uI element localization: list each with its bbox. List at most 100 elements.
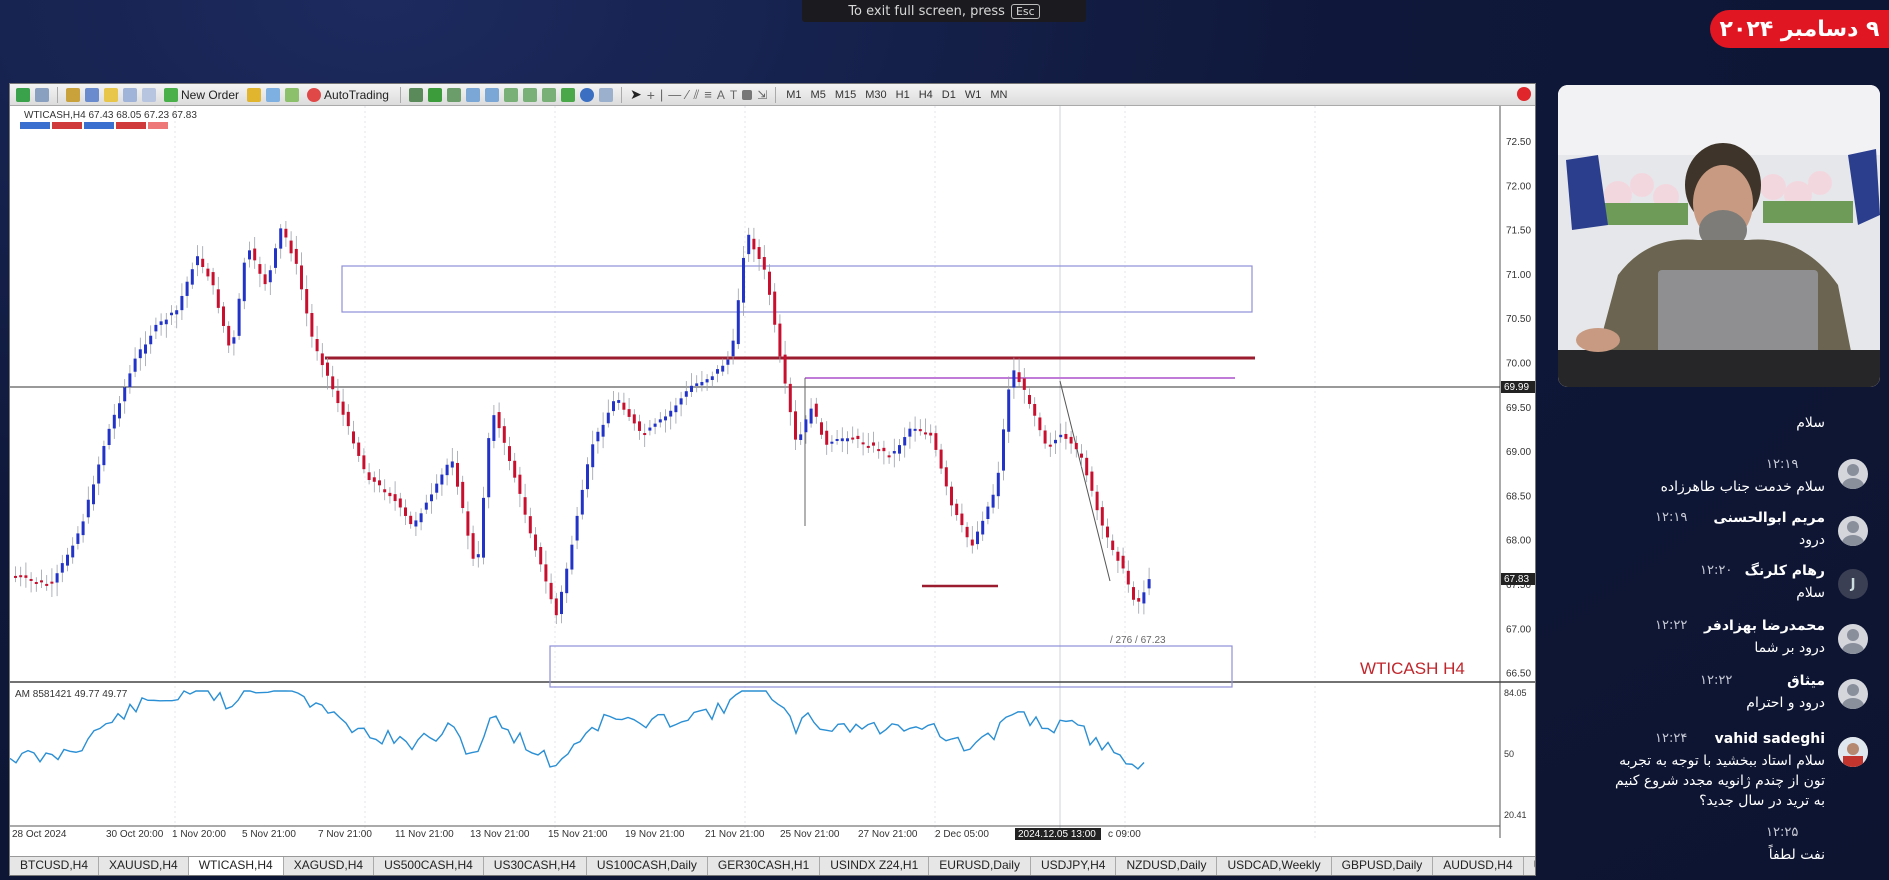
candle-body <box>424 502 428 510</box>
zoom-out-icon[interactable] <box>484 87 499 102</box>
chart-tab[interactable]: GBPUSD,Daily <box>1332 857 1434 875</box>
horizontal-line-icon[interactable]: — <box>668 87 681 102</box>
signals-icon[interactable] <box>266 87 281 102</box>
terminal-icon[interactable] <box>123 87 137 102</box>
text-tool-icon[interactable]: A <box>717 88 725 102</box>
timeframe-m15[interactable]: M15 <box>833 89 858 101</box>
chart-tab[interactable]: WTICASH,H4 <box>188 857 284 875</box>
candle-body <box>112 414 116 429</box>
cursor-icon[interactable]: ➤ <box>630 86 642 103</box>
bar-chart-icon[interactable] <box>408 87 423 102</box>
market-watch-icon[interactable] <box>66 87 80 102</box>
chart-tab[interactable]: BTCUSD,H4 <box>10 857 100 875</box>
chart-tab[interactable]: USINDX Z24,H1 <box>820 857 930 875</box>
date-tick-label: 21 Nov 21:00 <box>705 829 765 840</box>
chart-tab[interactable]: US100CASH,Daily <box>587 857 708 875</box>
candle-body <box>622 402 626 410</box>
candle-body <box>497 412 501 429</box>
candle-body <box>1126 570 1130 585</box>
chart-tab[interactable]: USDCAD,Weekly <box>1217 857 1332 875</box>
timeframe-m30[interactable]: M30 <box>863 89 888 101</box>
trendline-icon[interactable]: ⁄ <box>686 87 688 102</box>
candle-body <box>149 335 153 345</box>
tile-windows-icon[interactable] <box>503 87 518 102</box>
chat-message-text: سلام استاد ببخشید با توجه به تجربه <box>1619 753 1825 769</box>
templates-icon[interactable] <box>598 87 613 102</box>
chart-tab[interactable]: NZDUSD,Daily <box>1116 857 1218 875</box>
candle-body <box>539 547 543 565</box>
candle-body <box>591 444 595 468</box>
candle-body <box>76 533 80 544</box>
new-order-button[interactable]: New Order <box>161 87 242 102</box>
shapes-icon[interactable] <box>742 89 753 100</box>
candle-body <box>528 516 532 534</box>
candle-body <box>279 228 283 249</box>
candle-body <box>71 545 75 558</box>
chat-message-text: درود <box>1799 532 1825 548</box>
navigator-icon[interactable] <box>85 87 99 102</box>
timeframe-m5[interactable]: M5 <box>809 89 828 101</box>
candle-body <box>554 598 558 616</box>
chart-shift-icon[interactable] <box>541 87 556 102</box>
fibonacci-icon[interactable]: ≡ <box>704 87 712 102</box>
label-tool-icon[interactable]: T <box>730 88 737 102</box>
indicators-icon[interactable] <box>560 87 575 102</box>
auto-trading-button[interactable]: AutoTrading <box>304 87 392 102</box>
price-tick-label: 68.00 <box>1506 536 1531 547</box>
zoom-in-icon[interactable] <box>465 87 480 102</box>
chart-tab[interactable]: USDCHF, <box>1524 857 1535 875</box>
chart-tab[interactable]: XAGUSD,H4 <box>284 857 375 875</box>
profiles-icon[interactable] <box>35 87 49 102</box>
candle-body <box>710 376 714 380</box>
timeframe-h1[interactable]: H1 <box>894 89 912 101</box>
chat-message-text: درود بر شما <box>1754 640 1825 656</box>
chart-tab[interactable]: US30CASH,H4 <box>484 857 587 875</box>
candle-body <box>170 312 173 316</box>
periods-icon[interactable] <box>579 87 594 102</box>
channel-icon[interactable]: ⫽ <box>693 87 699 103</box>
arrows-icon[interactable]: ⇲ <box>757 88 767 102</box>
candle-body <box>601 424 605 437</box>
chart-tab[interactable]: US500CASH,H4 <box>374 857 484 875</box>
candle-body <box>965 526 969 538</box>
add-chart-icon[interactable] <box>16 87 30 102</box>
candle-body <box>752 238 756 250</box>
candle-body <box>586 464 589 490</box>
fullscreen-tip-text: To exit full screen, press <box>848 3 1005 19</box>
candle-body <box>908 428 912 437</box>
market-icon[interactable] <box>285 87 300 102</box>
favorites-icon[interactable] <box>104 87 118 102</box>
timeframe-w1[interactable]: W1 <box>963 89 984 101</box>
chart-tab[interactable]: GER30CASH,H1 <box>708 857 821 875</box>
timeframe-mn[interactable]: MN <box>988 89 1009 101</box>
chart-tab[interactable]: EURUSD,Daily <box>929 857 1031 875</box>
chart-tab[interactable]: USDJPY,H4 <box>1031 857 1117 875</box>
vertical-line-icon[interactable]: | <box>660 87 663 102</box>
timeframe-m1[interactable]: M1 <box>784 89 803 101</box>
candle-body <box>414 520 418 527</box>
chart-tab[interactable]: AUDUSD,H4 <box>1433 857 1524 875</box>
line-chart-icon[interactable] <box>446 87 461 102</box>
date-tick-label: 11 Nov 21:00 <box>395 829 454 840</box>
candle-body <box>388 492 392 497</box>
candlestick-icon[interactable] <box>427 87 442 102</box>
chart-tab[interactable]: XAUUSD,H4 <box>99 857 189 875</box>
price-tick-label: 67.00 <box>1506 624 1531 635</box>
one-click-trading-panel[interactable] <box>20 122 168 129</box>
candle-body <box>684 391 688 397</box>
user-icon <box>1842 521 1864 546</box>
crosshair-icon[interactable]: + <box>647 87 655 103</box>
close-icon[interactable] <box>1517 87 1531 101</box>
candle-body <box>14 575 17 578</box>
timeframe-d1[interactable]: D1 <box>940 89 958 101</box>
presenter-webcam <box>1558 85 1880 387</box>
auto-scroll-icon[interactable] <box>522 87 537 102</box>
tester-icon[interactable] <box>142 87 156 102</box>
candle-body <box>788 383 792 413</box>
candle-body <box>705 379 709 383</box>
meta-editor-icon[interactable] <box>247 87 262 102</box>
candle-body <box>471 533 475 559</box>
timeframe-h4[interactable]: H4 <box>917 89 935 101</box>
price-chart[interactable]: WTICASH,H4 67.43 68.05 67.23 67.83 72.50… <box>10 106 1535 857</box>
candle-body <box>872 442 875 446</box>
